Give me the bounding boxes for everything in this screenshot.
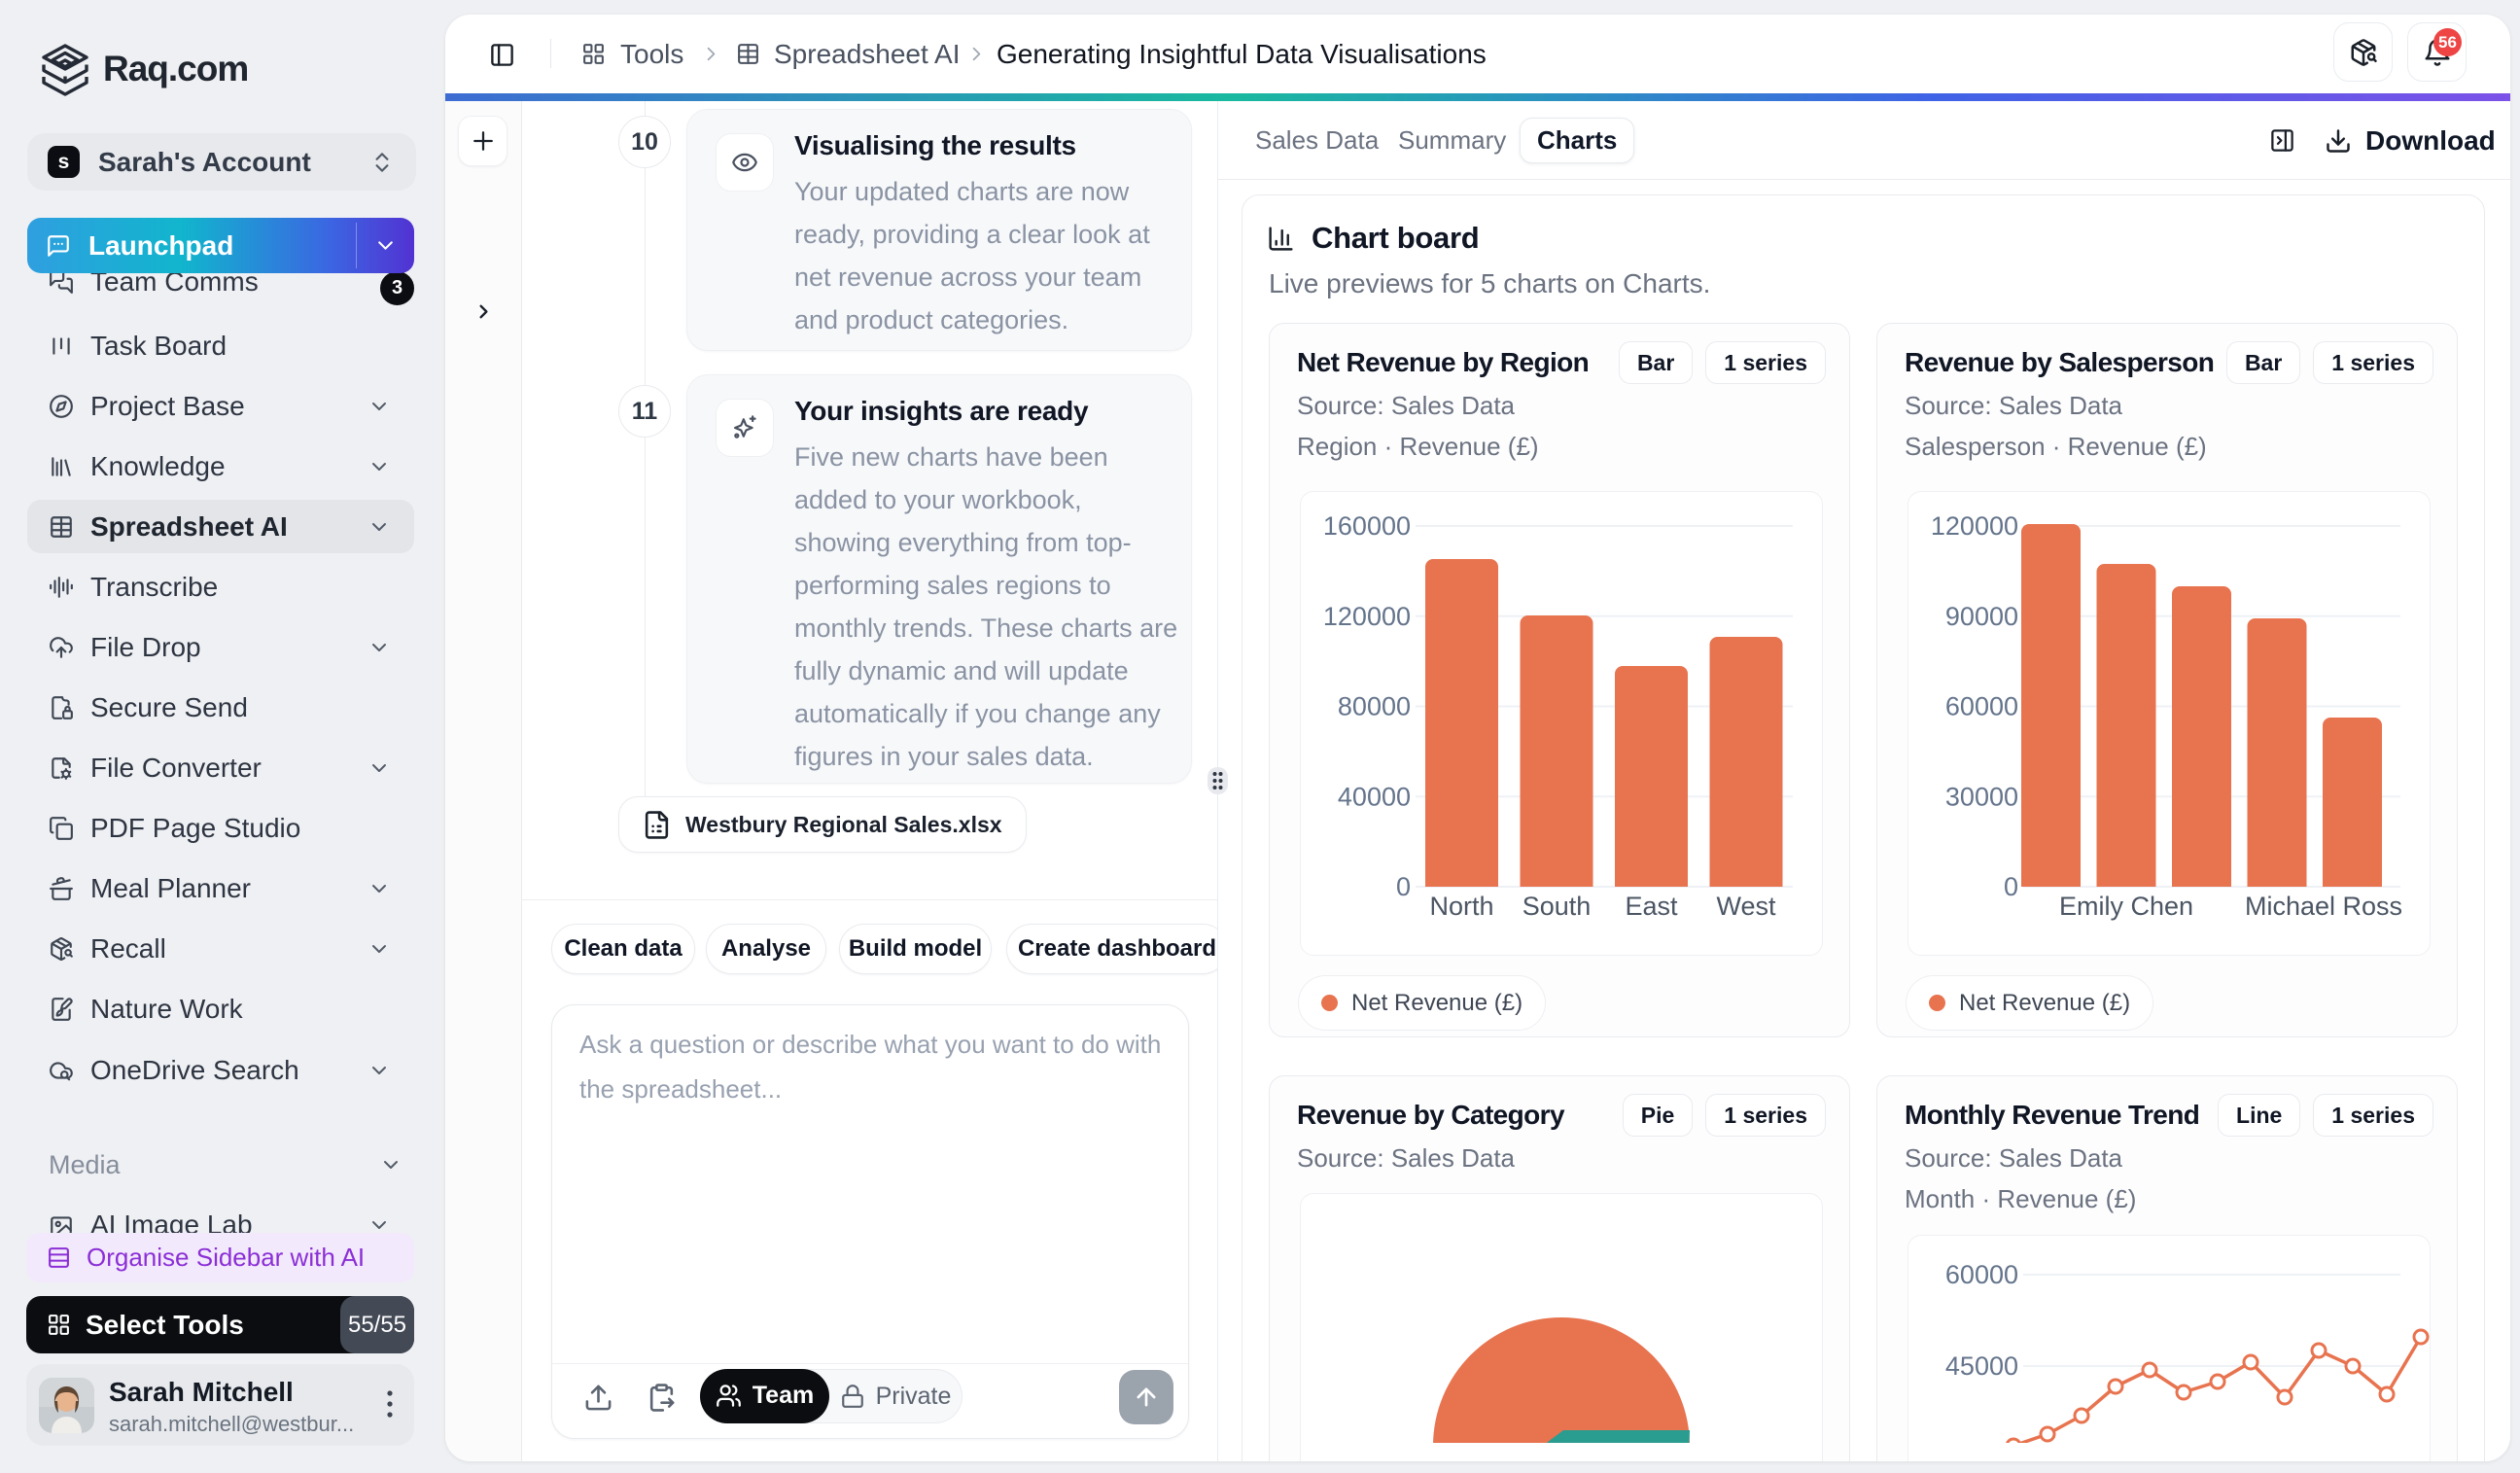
svg-text:30000: 30000 [1945, 782, 2018, 811]
svg-text:80000: 80000 [1338, 692, 1411, 721]
svg-text:120000: 120000 [1931, 511, 2018, 541]
svg-text:60000: 60000 [1945, 692, 2018, 721]
svg-text:60000: 60000 [1945, 1260, 2018, 1289]
svg-text:160000: 160000 [1323, 511, 1411, 541]
svg-text:West: West [1716, 892, 1776, 921]
svg-text:45000: 45000 [1945, 1351, 2018, 1381]
svg-text:0: 0 [2004, 872, 2018, 901]
svg-text:40000: 40000 [1338, 782, 1411, 811]
svg-text:90000: 90000 [1945, 602, 2018, 631]
svg-text:0: 0 [1396, 872, 1411, 901]
svg-text:North: North [1429, 892, 1493, 921]
svg-text:120000: 120000 [1323, 602, 1411, 631]
svg-text:East: East [1625, 892, 1678, 921]
svg-text:South: South [1522, 892, 1592, 921]
svg-text:Michael Ross: Michael Ross [2245, 892, 2402, 921]
svg-text:Emily Chen: Emily Chen [2059, 892, 2193, 921]
